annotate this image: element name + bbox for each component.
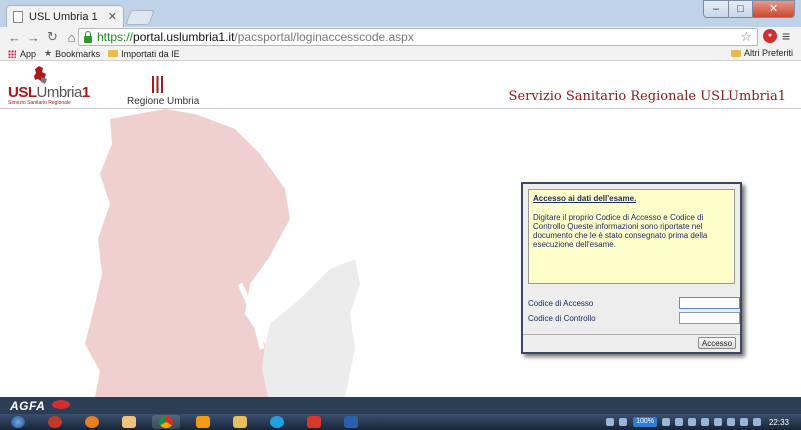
bookmark-apps[interactable]: App [8, 49, 36, 59]
window-controls: – □ ✕ [703, 0, 795, 18]
back-icon[interactable]: ← [6, 30, 23, 45]
bookmark-folder-imported[interactable]: Importati da IE [108, 49, 180, 59]
tray-icon[interactable] [661, 418, 670, 426]
taskbar-app-1[interactable] [41, 415, 69, 429]
tray-icon[interactable] [726, 418, 735, 426]
tray-icon[interactable] [674, 418, 683, 426]
clock[interactable]: 22:33 [769, 418, 789, 427]
new-tab-button[interactable] [125, 10, 155, 25]
bookmarks-bar: App ★ Bookmarks Importati da IE Altri Pr… [0, 47, 801, 61]
taskbar-explorer[interactable] [226, 415, 254, 429]
start-button[interactable] [4, 415, 32, 429]
control-code-input[interactable] [679, 312, 740, 324]
taskbar-chrome[interactable] [152, 415, 180, 429]
url-scheme: https:// [97, 30, 134, 44]
info-text: Digitare il proprio Codice di Accesso e … [533, 213, 708, 249]
volume-icon[interactable] [752, 418, 761, 426]
minimize-button[interactable]: – [703, 0, 729, 18]
usl-logo-subtitle: Servizio Sanitario Regionale [8, 100, 71, 106]
login-dialog: Accesso ai dati dell'esame. Digitare il … [521, 182, 742, 354]
star-icon: ★ [44, 48, 53, 58]
regione-label: Regione Umbria [127, 96, 200, 107]
browser-tab[interactable]: USL Umbria 1 ✕ [6, 5, 124, 27]
access-code-row: Codice di Accesso [528, 297, 740, 309]
access-code-input[interactable] [679, 297, 740, 309]
forward-icon[interactable]: → [25, 30, 42, 45]
submit-button[interactable]: Accesso [698, 337, 736, 349]
taskbar-word[interactable] [337, 415, 365, 429]
taskbar-app-3[interactable] [115, 415, 143, 429]
tray-icon[interactable] [713, 418, 722, 426]
tab-title: USL Umbria 1 [29, 10, 98, 23]
taskbar-skype[interactable] [263, 415, 291, 429]
reload-icon[interactable]: ↻ [44, 29, 61, 45]
map-region-pink [85, 109, 290, 397]
agfa-logo: AGFA [10, 399, 46, 413]
url-path: /pacsportal/loginaccesscode.aspx [234, 30, 414, 44]
site-footer: AGFA [0, 397, 801, 414]
battery-indicator[interactable]: 100% [633, 417, 657, 427]
info-title: Accesso ai dati dell'esame. [533, 194, 637, 203]
site-header: USLUmbria1 Servizio Sanitario Regionale … [0, 62, 801, 109]
taskbar-app-5[interactable] [189, 415, 217, 429]
access-code-label: Codice di Accesso [528, 298, 594, 308]
usl-logo-text: USLUmbria1 [8, 84, 90, 101]
tray-icon[interactable] [606, 418, 615, 426]
control-code-label: Codice di Controllo [528, 313, 596, 323]
browser-tabstrip: USL Umbria 1 ✕ – □ ✕ [0, 0, 801, 27]
bookmark-star-icon[interactable]: ☆ [740, 29, 752, 45]
regione-emblem-icon [151, 75, 164, 94]
map-region-grey [260, 259, 360, 397]
lock-icon [84, 30, 92, 43]
bookmark-bookmarks[interactable]: ★ Bookmarks [44, 48, 100, 59]
system-tray: 100% 22:33 [601, 414, 801, 430]
tray-icon[interactable] [700, 418, 709, 426]
windows-taskbar: 100% 22:33 [0, 414, 801, 430]
bookmark-folder-other[interactable]: Altri Preferiti [730, 48, 793, 58]
apps-grid-icon [8, 49, 16, 58]
regione-logo: Regione Umbria [127, 75, 200, 107]
folder-icon [108, 50, 119, 57]
extension-icon[interactable]: ● [763, 29, 777, 43]
close-window-button[interactable]: ✕ [753, 0, 795, 18]
tray-icon[interactable] [739, 418, 748, 426]
usl-logo-mark-icon [34, 66, 47, 84]
usl-logo[interactable]: USLUmbria1 Servizio Sanitario Regionale [8, 65, 90, 107]
close-tab-icon[interactable]: ✕ [108, 10, 117, 23]
menu-icon[interactable]: ≡ [782, 28, 790, 44]
address-bar[interactable]: https:// portal.uslumbria1.it /pacsporta… [78, 28, 758, 46]
control-code-row: Codice di Controllo [528, 312, 740, 324]
browser-toolbar: ← → ↻ ⌂ https:// portal.uslumbria1.it /p… [0, 27, 801, 47]
tray-icon[interactable] [619, 418, 628, 426]
taskbar-app-2[interactable] [78, 415, 106, 429]
url-host: portal.uslumbria1.it [133, 30, 235, 44]
folder-icon [730, 49, 741, 57]
taskbar-pdf[interactable] [300, 415, 328, 429]
maximize-button[interactable]: □ [729, 0, 753, 18]
site-title: Servizio Sanitario Regionale USLUmbria1 [508, 89, 786, 104]
info-panel: Accesso ai dati dell'esame. Digitare il … [528, 189, 735, 284]
agfa-badge-icon [52, 400, 70, 409]
page-content: USLUmbria1 Servizio Sanitario Regionale … [0, 62, 801, 397]
tray-icon[interactable] [687, 418, 696, 426]
page-icon [13, 10, 23, 23]
divider [523, 334, 740, 335]
